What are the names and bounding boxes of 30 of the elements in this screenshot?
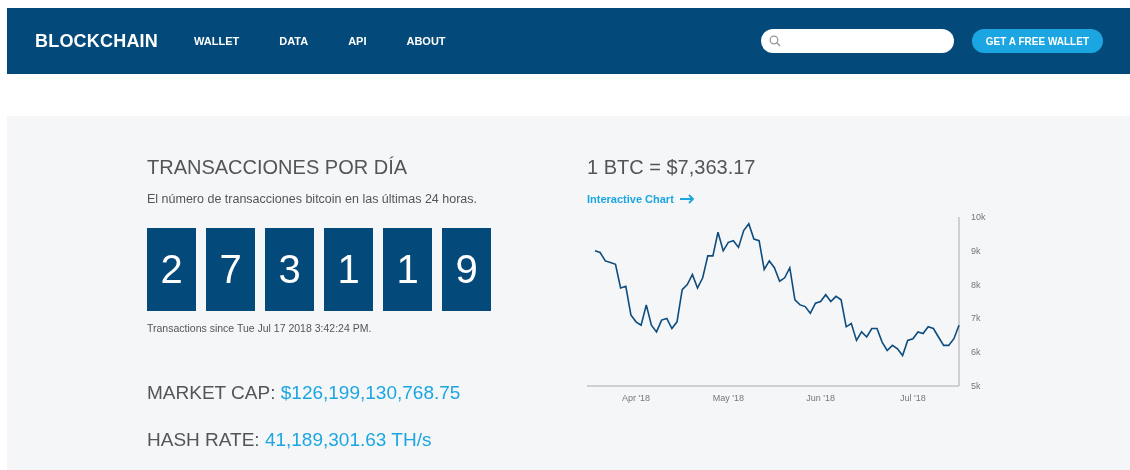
y-tick-label: 7k [971,313,981,324]
y-tick-label: 8k [971,279,981,290]
y-tick-label: 10k [971,212,986,222]
counter-digit: 9 [442,228,491,311]
counter-digit: 2 [147,228,196,311]
stat-line: HASH RATE: 41,189,301.63 TH/s [147,429,433,451]
price-title: 1 BTC = $7,363.17 [587,156,757,179]
y-tick-label: 5k [971,381,981,391]
x-tick-label: May '18 [712,393,744,403]
x-tick-label: Jun '18 [806,393,835,403]
counter-caption: Transactions since Tue Jul 17 2018 3:42:24 PM. [147,322,373,334]
nav-link[interactable]: DATA [259,35,329,47]
counter-digit: 1 [324,228,373,311]
search-icon [768,35,781,47]
counter-digit: 3 [265,228,314,311]
section-title: TRANSACCIONES POR DÍA [147,156,409,179]
x-tick-label: Jul '18 [900,393,926,403]
logo[interactable]: BLOCKCHAIN [35,30,158,52]
y-tick-label: 9k [971,245,981,256]
arrow-right-icon [679,194,695,204]
counter-digit: 1 [383,228,432,311]
x-tick-label: Apr '18 [621,393,651,403]
nav-link[interactable]: WALLET [174,35,260,47]
stat-line: MARKET CAP: $126,199,130,768.75 [147,382,462,404]
nav-link[interactable]: ABOUT [386,35,466,47]
section-description: El número de transacciones bitcoin en las últimas 24 horas. [147,192,479,206]
search-field[interactable] [760,29,954,53]
y-tick-label: 6k [971,347,981,358]
counter-digit: 7 [206,228,255,311]
nav-link[interactable]: API [328,35,387,47]
